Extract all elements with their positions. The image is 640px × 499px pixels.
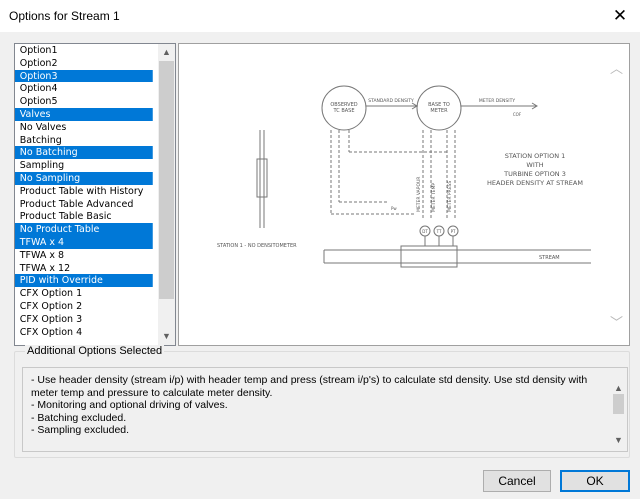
list-item[interactable]: Option4: [15, 82, 153, 95]
list-item[interactable]: CFX Option 3: [15, 313, 153, 326]
options-scrollbar[interactable]: ▲ ▼: [158, 44, 175, 345]
station-label: STATION 1 - NO DENSITOMETER: [217, 243, 297, 249]
notes-scroll-down-icon[interactable]: ▼: [610, 435, 627, 445]
close-icon[interactable]: ✕: [607, 3, 633, 29]
note-line: - Batching excluded.: [31, 411, 127, 424]
meter-press-label: METER PRESS: [447, 181, 453, 212]
notes-scroll-up-icon[interactable]: ▲: [610, 383, 627, 393]
notes-scroll-thumb[interactable]: [613, 394, 624, 414]
list-item[interactable]: Product Table Advanced: [15, 198, 153, 211]
list-item[interactable]: No Sampling: [15, 171, 153, 185]
list-item[interactable]: No Batching: [15, 146, 153, 160]
list-item[interactable]: Option3: [15, 69, 153, 83]
note-line: - Use header density (stream i/p) with h…: [31, 374, 588, 399]
options-list: Option1 Option2 Option3 Option4 Option5 Valve…: [15, 44, 160, 338]
list-item[interactable]: Batching: [15, 134, 153, 147]
list-item[interactable]: Valves: [15, 107, 153, 121]
scroll-up-icon[interactable]: ▲: [158, 44, 175, 61]
list-item[interactable]: Option2: [15, 57, 153, 70]
note-line: - Monitoring and optional driving of val…: [31, 399, 228, 411]
list-item[interactable]: Option1: [15, 44, 153, 57]
list-item[interactable]: TFWA x 12: [15, 262, 153, 275]
list-item[interactable]: No Product Table: [15, 223, 153, 236]
scroll-down-icon[interactable]: ▼: [158, 328, 175, 345]
additional-options-text[interactable]: - Use header density (stream i/p) with h…: [22, 367, 628, 452]
meter-vapour-label: METER VAPOUR: [416, 177, 422, 212]
list-item[interactable]: CFX Option 1: [15, 287, 153, 300]
options-listbox[interactable]: Option1 Option2 Option3 Option4 Option5 Valve…: [14, 43, 176, 346]
list-item[interactable]: CFX Option 4: [15, 326, 153, 339]
stream-label: STREAM: [539, 255, 560, 261]
list-item[interactable]: Sampling: [15, 159, 153, 172]
additional-options-label: Additional Options Selected: [25, 345, 165, 357]
title-bar: Options for Stream 1 ✕: [0, 0, 640, 32]
circle2-line2: METER: [430, 108, 448, 114]
circle1-line2: TC BASE: [332, 108, 354, 114]
list-item[interactable]: CFX Option 2: [15, 300, 153, 313]
meter-density-sub: COF: [513, 112, 522, 117]
pw-label: Pw: [391, 206, 397, 211]
stream-diagram: OBSERVED TC BASE BASE TO METER STANDARD …: [178, 43, 630, 346]
list-item[interactable]: Option5: [15, 95, 153, 108]
ok-button[interactable]: OK: [560, 470, 630, 492]
pt-instrument: PT: [451, 229, 456, 234]
tt-instrument: TT: [436, 229, 442, 234]
notes-scrollbar[interactable]: ▲ ▼: [610, 368, 627, 451]
list-item[interactable]: Product Table Basic: [15, 210, 153, 223]
chevron-up-icon[interactable]: ︿: [610, 58, 623, 77]
with-label: WITH: [526, 161, 543, 169]
station-option-label: STATION OPTION 1: [505, 152, 566, 160]
list-item[interactable]: No Valves: [15, 121, 153, 134]
list-item[interactable]: PID with Override: [15, 274, 153, 288]
list-item[interactable]: Product Table with History: [15, 185, 153, 198]
note-line: - Sampling excluded.: [31, 424, 130, 436]
scroll-thumb[interactable]: [159, 61, 174, 299]
diagram-svg: OBSERVED TC BASE BASE TO METER STANDARD …: [217, 85, 591, 268]
turbine-option-label: TURBINE OPTION 3: [503, 170, 566, 178]
chevron-down-icon[interactable]: ﹀: [610, 312, 623, 331]
meter-temp-label: METER TEMP: [431, 183, 437, 212]
cancel-button[interactable]: Cancel: [483, 470, 551, 492]
standard-density-label: STANDARD DENSITY: [368, 98, 414, 104]
meter-density-label: METER DENSITY: [479, 98, 515, 104]
list-item[interactable]: TFWA x 4: [15, 235, 153, 249]
window-title: Options for Stream 1: [9, 9, 120, 23]
dt-instrument: DT: [422, 229, 428, 234]
notes-content: - Use header density (stream i/p) with h…: [31, 374, 603, 437]
list-item[interactable]: TFWA x 8: [15, 249, 153, 262]
header-density-label: HEADER DENSITY AT STREAM: [487, 179, 583, 187]
